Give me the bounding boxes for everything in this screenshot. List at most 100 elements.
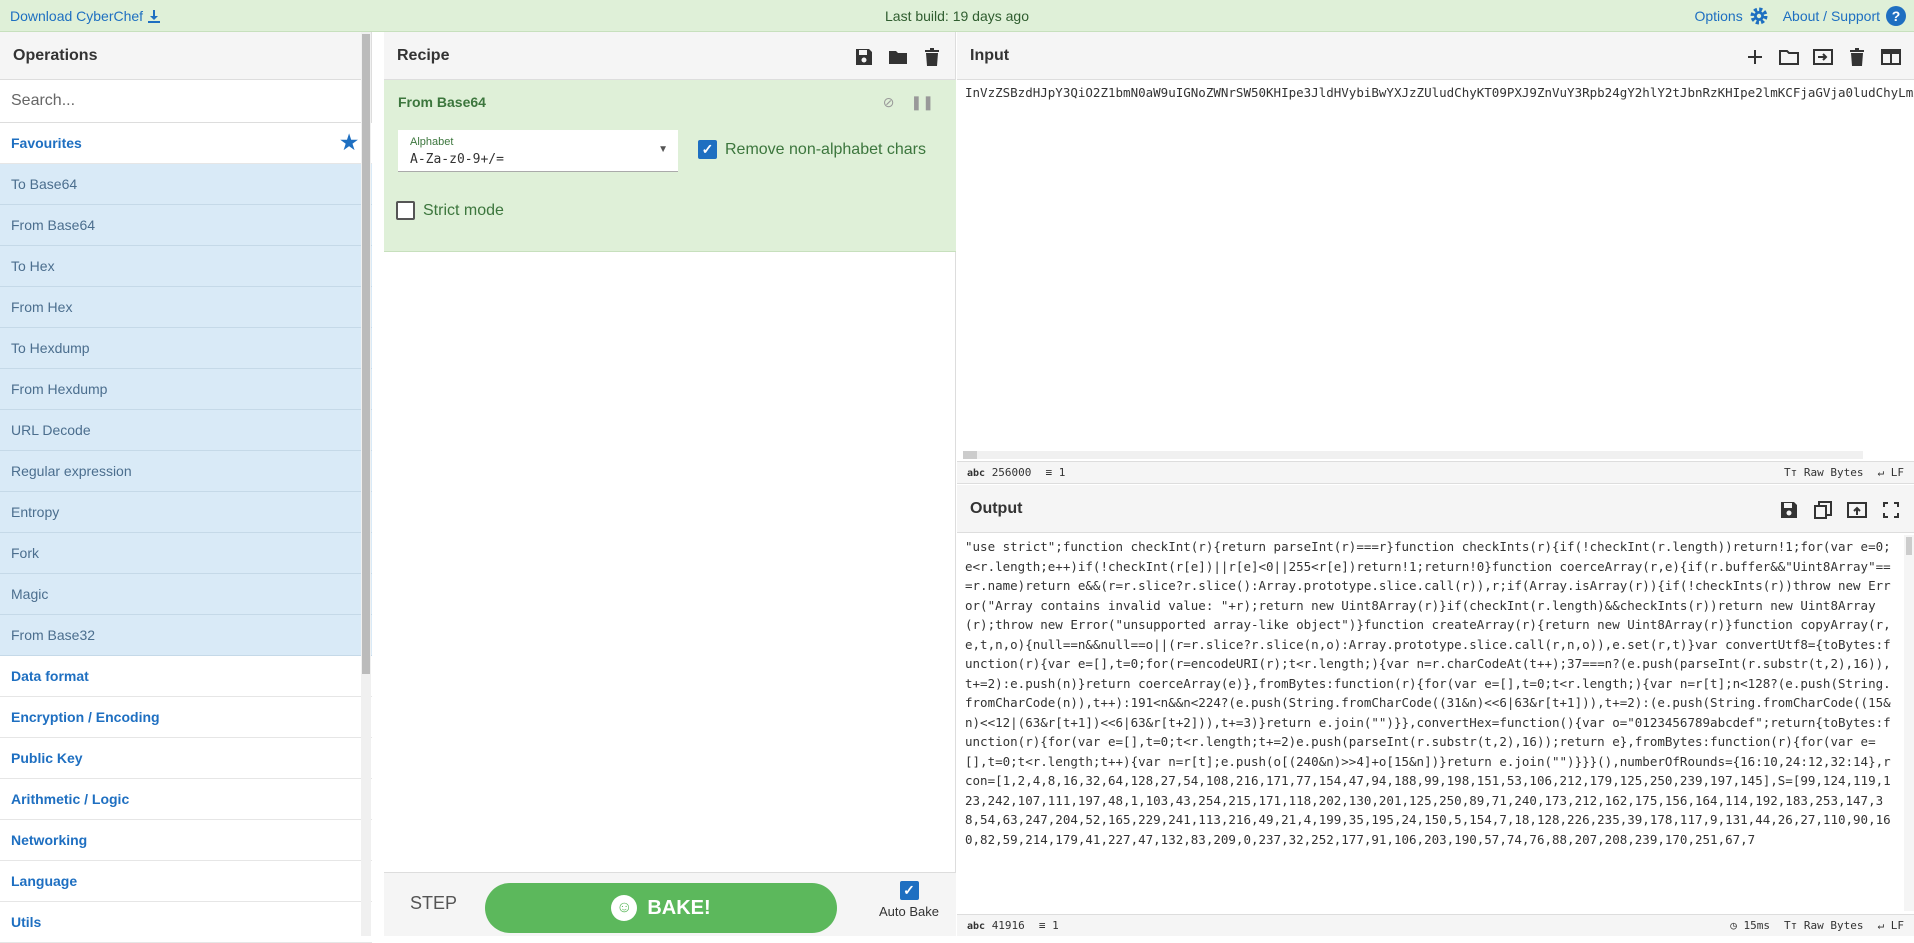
input-eol-selector[interactable]: ↵ LF <box>1878 466 1905 479</box>
op-to-hex[interactable]: To Hex <box>0 246 372 287</box>
step-button[interactable]: STEP <box>410 893 457 914</box>
recipe-operation-card[interactable]: From Base64 ⊘ ❚❚ Alphabet A-Za-z0-9+/= ▼… <box>384 80 956 252</box>
input-length: 256000 <box>991 466 1032 479</box>
input-horizontal-scrollbar[interactable] <box>963 451 1863 459</box>
search-box[interactable] <box>0 80 371 123</box>
bake-time-stat: ◷ 15ms <box>1730 919 1770 932</box>
chef-icon: ☺ <box>611 895 638 921</box>
help-icon[interactable]: ? <box>1886 6 1906 26</box>
folder-icon[interactable] <box>887 46 909 68</box>
options-link[interactable]: Options <box>1694 6 1768 26</box>
output-eol[interactable]: LF <box>1891 919 1904 932</box>
add-tab-icon[interactable] <box>1744 46 1766 68</box>
category-arithmetic-logic[interactable]: Arithmetic / Logic <box>0 779 372 820</box>
recipe-pane: Recipe From Base64 ⊘ ❚❚ Alphabet A-Za-z0… <box>384 32 956 936</box>
trash-icon[interactable] <box>921 46 943 68</box>
save-icon[interactable] <box>853 46 875 68</box>
op-from-base64[interactable]: From Base64 <box>0 205 372 246</box>
scrollbar-thumb[interactable] <box>1906 537 1912 555</box>
length-icon: abc <box>967 921 986 932</box>
output-eol-selector[interactable]: ↵ LF <box>1878 919 1905 932</box>
bake-time: 15ms <box>1743 919 1771 932</box>
star-icon[interactable]: ★ <box>340 123 358 164</box>
text-format-icon: Tт <box>1784 919 1798 932</box>
category-networking[interactable]: Networking <box>0 820 372 861</box>
bake-button[interactable]: ☺ BAKE! <box>485 883 837 933</box>
op-from-hex[interactable]: From Hex <box>0 287 372 328</box>
output-encoding[interactable]: Raw Bytes <box>1804 919 1864 932</box>
category-label[interactable]: Favourites <box>11 135 82 151</box>
copy-icon[interactable] <box>1812 499 1834 521</box>
op-to-base64[interactable]: To Base64 <box>0 164 372 205</box>
auto-bake-label[interactable]: Auto Bake <box>869 904 949 919</box>
category-public-key[interactable]: Public Key <box>0 738 372 779</box>
op-from-hexdump[interactable]: From Hexdump <box>0 369 372 410</box>
open-file-icon[interactable] <box>1812 46 1834 68</box>
remove-nonalpha-checkbox[interactable]: ✓ <box>698 140 717 159</box>
disable-icon[interactable]: ⊘ <box>883 94 895 111</box>
search-input[interactable] <box>0 80 371 122</box>
alphabet-select[interactable]: Alphabet A-Za-z0-9+/= ▼ <box>398 130 678 172</box>
output-title: Output <box>970 500 1023 517</box>
remove-nonalpha-label[interactable]: Remove non-alphabet chars <box>725 141 926 159</box>
download-label[interactable]: Download CyberChef <box>10 8 143 24</box>
open-folder-icon[interactable] <box>1778 46 1800 68</box>
input-lines-stat: ≡ 1 <box>1045 466 1065 479</box>
bake-label[interactable]: BAKE! <box>647 897 710 920</box>
op-fork[interactable]: Fork <box>0 533 372 574</box>
op-from-base32[interactable]: From Base32 <box>0 615 372 656</box>
maximize-icon[interactable] <box>1880 499 1902 521</box>
bake-bar: STEP ☺ BAKE! ✓ Auto Bake <box>384 872 956 936</box>
alphabet-label: Alphabet <box>410 136 454 148</box>
output-textarea[interactable]: "use strict";function checkInt(r){return… <box>965 537 1898 912</box>
category-utils[interactable]: Utils <box>0 902 372 943</box>
download-icon[interactable] <box>147 9 161 23</box>
scrollbar-thumb[interactable] <box>963 451 977 459</box>
layout-icon[interactable] <box>1880 46 1902 68</box>
about-link[interactable]: About / Support ? <box>1783 6 1906 26</box>
category-language[interactable]: Language <box>0 861 372 902</box>
save-output-icon[interactable] <box>1778 499 1800 521</box>
operation-title: From Base64 <box>398 94 486 110</box>
output-lines: 1 <box>1052 919 1059 932</box>
pause-icon[interactable]: ❚❚ <box>911 94 934 111</box>
top-banner: Download CyberChef Last build: 19 days a… <box>0 0 1914 32</box>
auto-bake-option[interactable]: ✓ Auto Bake <box>869 881 949 919</box>
scrollbar-thumb[interactable] <box>362 34 370 674</box>
op-regular-expression[interactable]: Regular expression <box>0 451 372 492</box>
category-favourites[interactable]: Favourites ★ <box>0 123 372 164</box>
output-header: Output <box>957 485 1914 533</box>
input-eol[interactable]: LF <box>1891 466 1904 479</box>
op-entropy[interactable]: Entropy <box>0 492 372 533</box>
clear-input-icon[interactable] <box>1846 46 1868 68</box>
gear-icon[interactable] <box>1749 6 1769 26</box>
op-url-decode[interactable]: URL Decode <box>0 410 372 451</box>
input-encoding-selector[interactable]: Tт Raw Bytes <box>1784 466 1863 479</box>
options-label[interactable]: Options <box>1694 8 1742 24</box>
strict-mode-label[interactable]: Strict mode <box>423 202 504 220</box>
output-length: 41916 <box>991 919 1025 932</box>
auto-bake-checkbox[interactable]: ✓ <box>899 881 919 900</box>
remove-nonalpha-option[interactable]: ✓ Remove non-alphabet chars <box>698 140 926 159</box>
op-magic[interactable]: Magic <box>0 574 372 615</box>
strict-mode-option[interactable]: Strict mode <box>396 201 504 220</box>
output-vertical-scrollbar[interactable] <box>1904 535 1914 911</box>
operations-scrollbar[interactable] <box>361 32 371 936</box>
output-encoding-selector[interactable]: Tт Raw Bytes <box>1784 919 1863 932</box>
caret-down-icon[interactable]: ▼ <box>658 144 668 155</box>
input-encoding[interactable]: Raw Bytes <box>1804 466 1864 479</box>
build-info: Last build: 19 days ago <box>885 8 1029 24</box>
about-label[interactable]: About / Support <box>1783 8 1880 24</box>
input-textarea[interactable]: InVzZSBzdHJpY3QiO2Z1bmN0aW9uIGNoZWNrSW50… <box>965 83 1914 103</box>
replace-input-icon[interactable] <box>1846 499 1868 521</box>
clock-icon: ◷ <box>1730 919 1737 932</box>
input-status-bar: abc 256000 ≡ 1 Tт Raw Bytes ↵ LF <box>957 461 1914 483</box>
category-data-format[interactable]: Data format <box>0 656 372 697</box>
alphabet-value[interactable]: A-Za-z0-9+/= <box>410 152 504 167</box>
category-encryption-encoding[interactable]: Encryption / Encoding <box>0 697 372 738</box>
input-length-stat: abc 256000 <box>967 466 1031 479</box>
text-format-icon: Tт <box>1784 466 1798 479</box>
download-link[interactable]: Download CyberChef <box>10 8 161 24</box>
strict-mode-checkbox[interactable] <box>396 201 415 220</box>
op-to-hexdump[interactable]: To Hexdump <box>0 328 372 369</box>
